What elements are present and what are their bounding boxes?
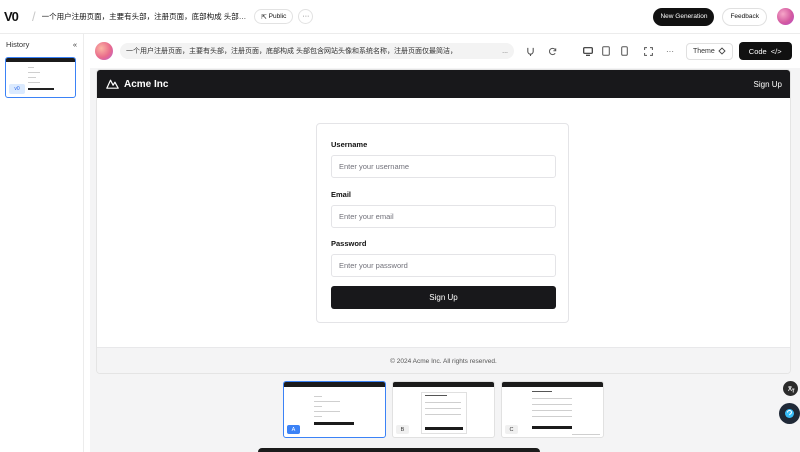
app-logo[interactable]: V0 xyxy=(4,9,30,24)
theme-button[interactable]: Theme xyxy=(686,42,733,60)
translate-button[interactable] xyxy=(783,381,798,396)
history-title: History xyxy=(6,40,30,49)
mobile-view-icon[interactable] xyxy=(618,45,630,57)
tablet-view-icon[interactable] xyxy=(600,45,612,57)
more-options-icon[interactable]: ··· xyxy=(664,45,676,57)
email-label: Email xyxy=(331,190,352,199)
history-item-v0[interactable]: v0 xyxy=(5,57,76,98)
translate-icon xyxy=(787,385,794,392)
bottom-overlay-bar xyxy=(258,448,540,452)
site-footer: © 2024 Acme Inc. All rights reserved. xyxy=(97,347,790,373)
user-avatar[interactable] xyxy=(777,8,794,25)
header-signup-link[interactable]: Sign Up xyxy=(754,80,782,89)
code-button[interactable]: Code </> xyxy=(738,42,792,60)
new-generation-button[interactable]: New Generation xyxy=(653,7,715,26)
desktop-view-icon[interactable] xyxy=(582,45,594,57)
variant-c-badge: C xyxy=(505,425,518,434)
password-label: Password xyxy=(331,239,367,248)
variant-b[interactable]: B xyxy=(392,381,495,438)
regenerate-icon[interactable] xyxy=(546,45,558,57)
workspace: 一个用户注册页面，主要有头部，注册页面，底部构成 头部包含网站头像和系统名称，注… xyxy=(90,34,800,452)
share-icon: ⇱ xyxy=(261,13,267,21)
code-icon: </> xyxy=(770,46,782,56)
assistant-button[interactable] xyxy=(779,403,800,424)
feedback-button[interactable]: Feedback xyxy=(722,7,767,26)
visibility-button[interactable]: ⇱ Public xyxy=(254,9,294,24)
variant-a-badge: A xyxy=(287,425,300,434)
variant-c[interactable]: C xyxy=(501,381,604,438)
variant-b-badge: B xyxy=(396,425,409,434)
fork-icon[interactable] xyxy=(524,45,536,57)
paint-bucket-icon xyxy=(718,47,726,55)
collapse-sidebar-icon[interactable]: « xyxy=(73,40,77,49)
username-input[interactable] xyxy=(331,155,556,178)
prompt-toolbar: 一个用户注册页面，主要有头部，注册页面，底部构成 头部包含网站头像和系统名称，注… xyxy=(90,34,800,68)
site-main: Username Email Password Sign Up xyxy=(97,98,790,347)
signup-card: Username Email Password Sign Up xyxy=(316,123,569,323)
email-input[interactable] xyxy=(331,205,556,228)
prompt-author-avatar xyxy=(95,42,113,60)
username-label: Username xyxy=(331,140,368,149)
preview-frame: Acme Inc Sign Up Username Email Password… xyxy=(96,69,791,374)
project-more-button[interactable]: ··· xyxy=(298,9,314,24)
password-input[interactable] xyxy=(331,254,556,277)
theme-label: Theme xyxy=(693,47,715,55)
project-title[interactable]: 一个用户注册页面，主要有头部，注册页面，底部构成 头部… xyxy=(42,11,247,22)
code-label: Code xyxy=(748,46,767,56)
history-sidebar: History « v0 xyxy=(0,34,84,452)
history-version-badge: v0 xyxy=(9,84,25,94)
signup-submit-button[interactable]: Sign Up xyxy=(331,286,556,309)
breadcrumb-separator: / xyxy=(32,9,36,24)
site-header: Acme Inc Sign Up xyxy=(97,70,790,98)
site-brand[interactable]: Acme Inc xyxy=(124,79,168,90)
more-icon: ··· xyxy=(302,13,310,20)
variant-strip: A B C xyxy=(283,381,604,438)
fullscreen-icon[interactable] xyxy=(642,45,654,57)
mountain-logo-icon xyxy=(106,79,119,89)
visibility-label: Public xyxy=(268,13,287,20)
top-bar: V0 / 一个用户注册页面，主要有头部，注册页面，底部构成 头部… ⇱ Publ… xyxy=(0,0,800,34)
assistant-icon xyxy=(785,409,794,418)
variant-a[interactable]: A xyxy=(283,381,386,438)
prompt-text[interactable]: 一个用户注册页面，主要有头部，注册页面，底部构成 头部包含网站头像和系统名称，注… xyxy=(120,43,514,59)
